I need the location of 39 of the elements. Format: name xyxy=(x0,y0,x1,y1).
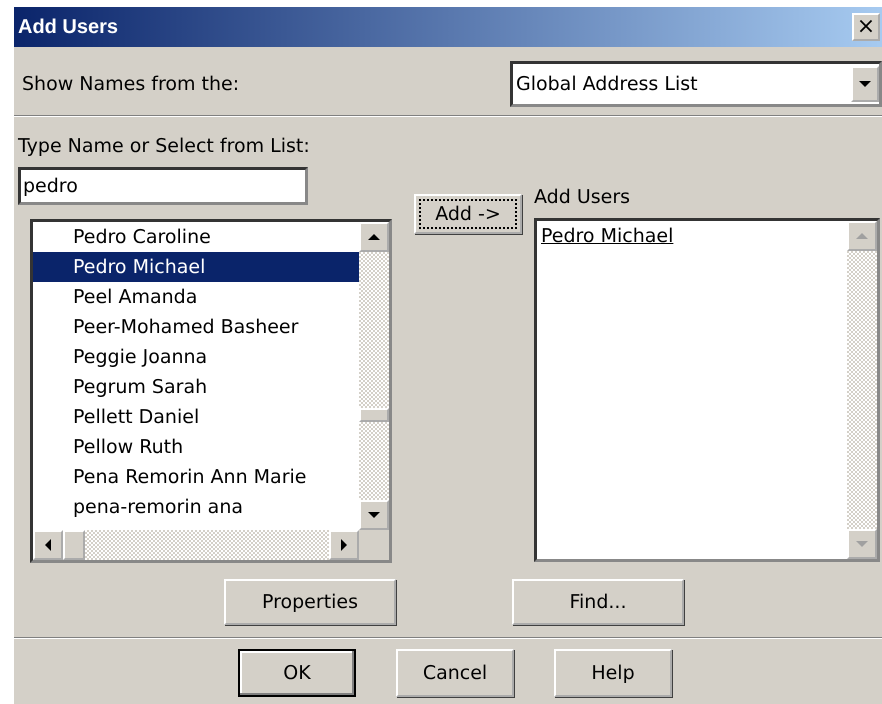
name-list-item[interactable]: pena-remorin ana xyxy=(33,492,359,522)
address-list-dropdown[interactable]: Global Address List xyxy=(510,61,882,107)
dropdown-button[interactable] xyxy=(851,66,879,102)
scroll-right-button[interactable] xyxy=(329,530,359,560)
window-title: Add Users xyxy=(18,16,118,38)
scroll-up-button[interactable] xyxy=(359,222,389,252)
up-arrow-icon xyxy=(855,232,869,240)
source-label: Show Names from the: xyxy=(22,73,240,95)
scrollbar-thumb[interactable] xyxy=(63,530,85,560)
left-arrow-icon xyxy=(44,538,52,552)
scrollbar-thumb[interactable] xyxy=(359,408,389,422)
added-user-link[interactable]: Pedro Michael xyxy=(541,225,847,247)
scroll-down-button[interactable] xyxy=(359,500,389,530)
scroll-left-button[interactable] xyxy=(33,530,63,560)
name-list-item[interactable]: Peel Amanda xyxy=(33,282,359,312)
up-arrow-icon xyxy=(367,233,381,241)
search-label: Type Name or Select from List: xyxy=(18,135,311,157)
add-button[interactable]: Add -> xyxy=(414,194,522,234)
name-list-item[interactable]: Peggie Joanna xyxy=(33,342,359,372)
find-button[interactable]: Find... xyxy=(512,579,684,625)
down-arrow-icon xyxy=(855,540,869,548)
name-list-item[interactable]: Pedro Michael xyxy=(33,252,359,282)
name-list-item[interactable]: Pellow Ruth xyxy=(33,432,359,462)
close-button[interactable]: × xyxy=(852,13,880,41)
right-arrow-icon xyxy=(340,538,348,552)
dialog-button[interactable]: Cancel xyxy=(396,649,514,697)
name-list-item[interactable]: Pena Remorin Ann Marie xyxy=(33,462,359,492)
name-list-item[interactable]: Pellett Daniel xyxy=(33,402,359,432)
name-input-field[interactable]: pedro xyxy=(18,167,308,205)
down-arrow-icon xyxy=(367,511,381,519)
dialog-button[interactable]: Help xyxy=(554,649,672,697)
name-list-item[interactable]: Pegrum Sarah xyxy=(33,372,359,402)
name-list-item[interactable]: Pedro Caroline xyxy=(33,222,359,252)
scrollbar-corner xyxy=(359,530,389,560)
name-list-item[interactable]: Peer-Mohamed Basheer xyxy=(33,312,359,342)
dropdown-arrow-icon xyxy=(858,80,872,88)
dialog-button[interactable]: OK xyxy=(238,649,356,697)
added-users-label: Add Users xyxy=(534,186,632,208)
properties-button[interactable]: Properties xyxy=(224,579,396,625)
